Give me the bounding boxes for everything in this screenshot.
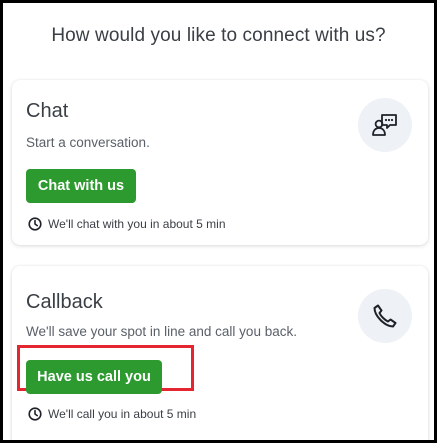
clock-icon (28, 217, 42, 231)
chat-card-description: Start a conversation. (26, 135, 150, 150)
chat-with-us-button[interactable]: Chat with us (26, 169, 136, 203)
callback-card-description: We'll save your spot in line and call yo… (26, 324, 297, 339)
callback-option-card: Callback We'll save your spot in line an… (12, 266, 428, 440)
callback-wait-time: We'll call you in about 5 min (28, 407, 196, 421)
chat-wait-text: We'll chat with you in about 5 min (48, 217, 226, 231)
chat-card-title: Chat (26, 100, 69, 122)
have-us-call-you-button[interactable]: Have us call you (26, 360, 162, 394)
callback-card-title: Callback (26, 291, 103, 313)
clock-icon (28, 407, 42, 421)
connect-panel: How would you like to connect with us? C… (3, 3, 434, 440)
page-title: How would you like to connect with us? (51, 25, 386, 46)
phone-icon (358, 289, 412, 343)
chat-bubbles-icon (358, 98, 412, 152)
callback-wait-text: We'll call you in about 5 min (48, 407, 197, 421)
chat-option-card: Chat Start a conversation. Chat with us … (12, 80, 428, 245)
chat-wait-time: We'll chat with you in about 5 min (28, 217, 226, 231)
